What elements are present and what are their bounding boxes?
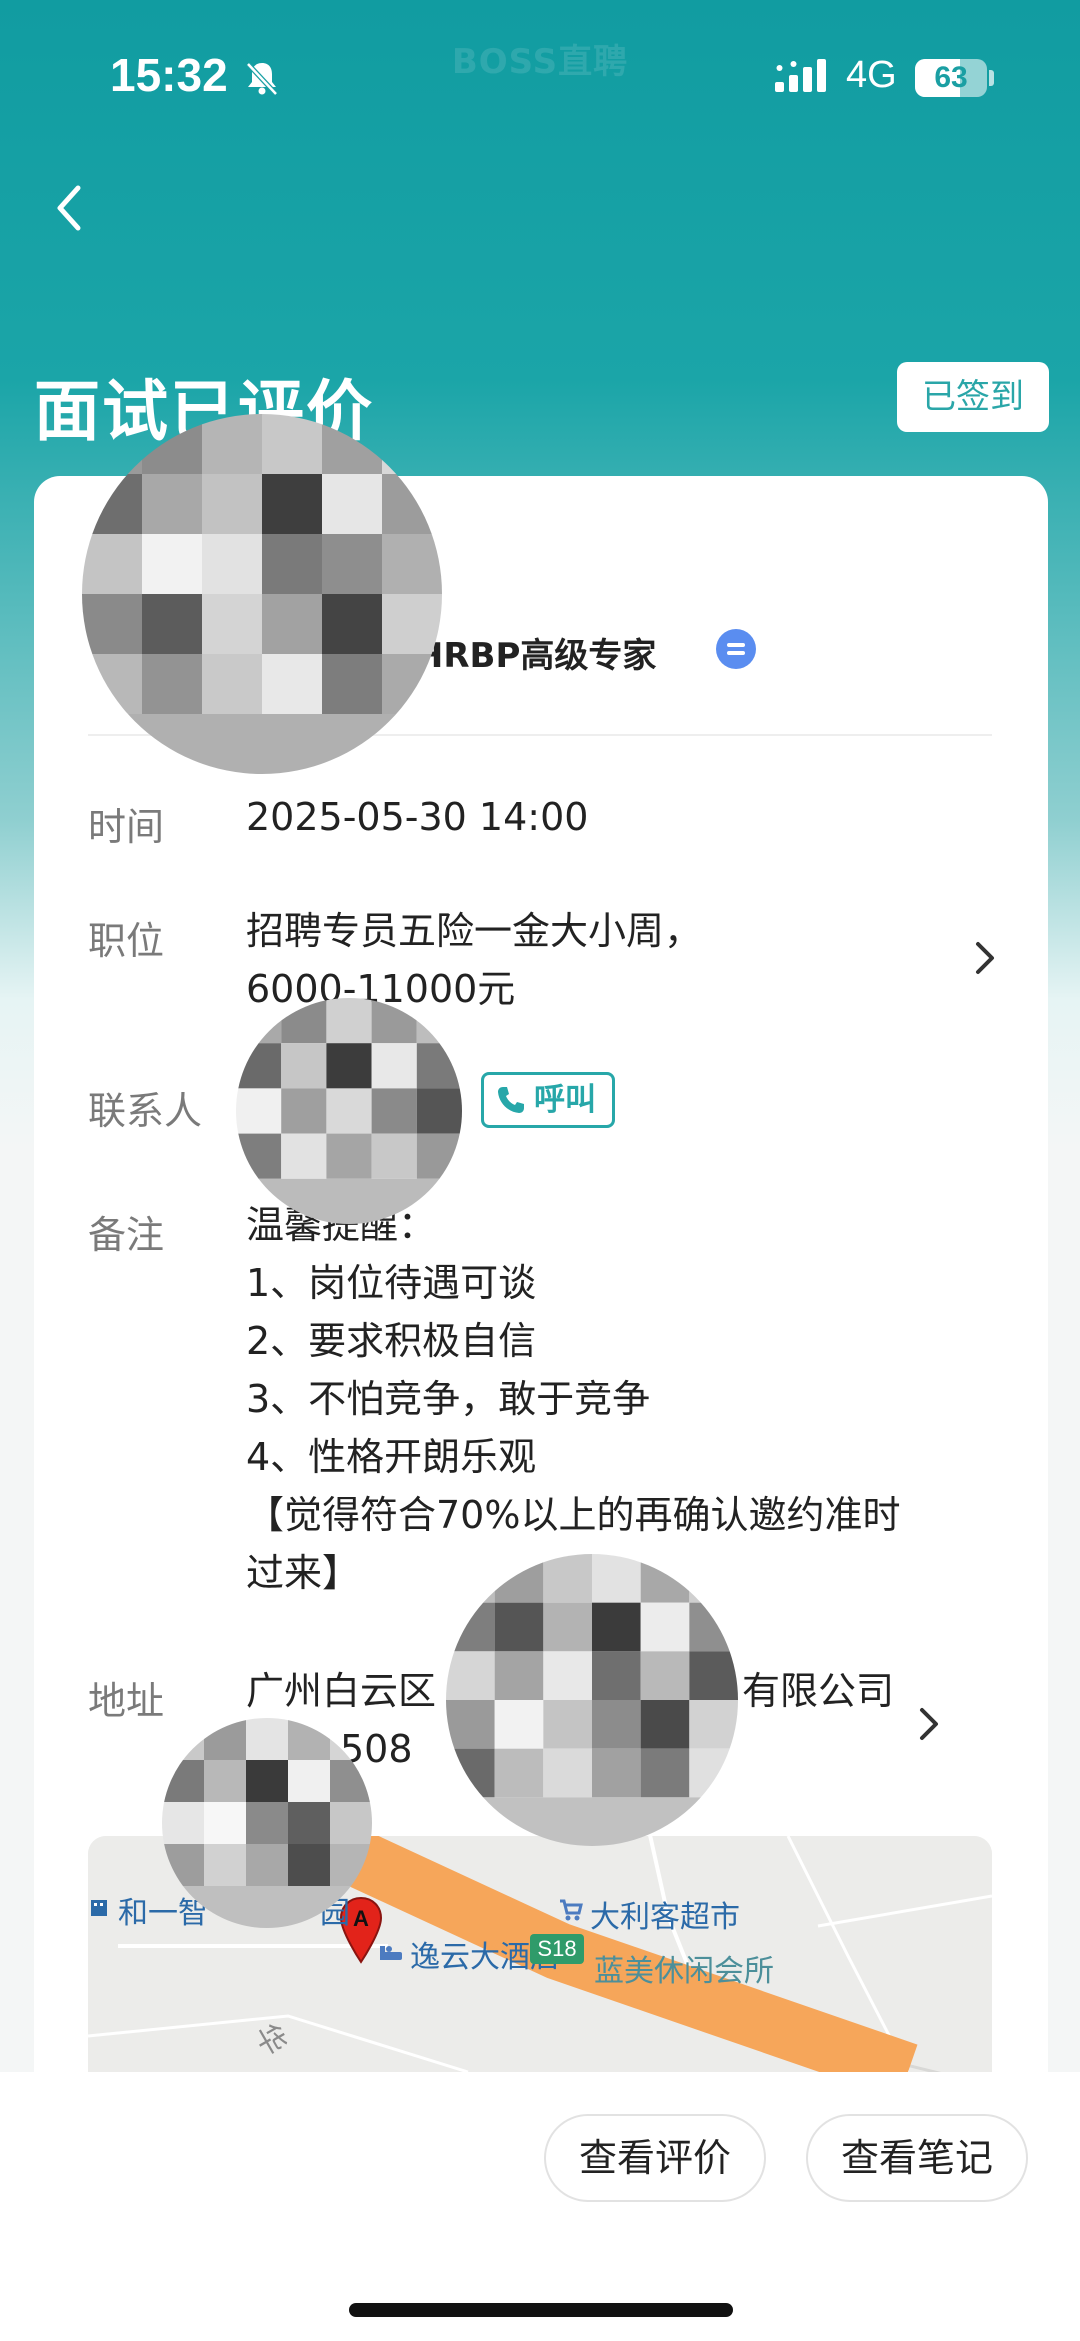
shopping-cart-icon: [560, 1899, 583, 1921]
road-badge: S18: [530, 1934, 584, 1964]
verified-badge-icon: [716, 629, 756, 669]
view-review-button[interactable]: 查看评价: [544, 2114, 766, 2202]
chevron-right-icon[interactable]: [972, 938, 998, 978]
contact-avatar: [236, 998, 462, 1224]
building-icon: [91, 1900, 107, 1916]
interviewer-title: ·HRBP高级专家: [402, 636, 657, 676]
phone-icon: [498, 1087, 524, 1113]
contact-label: 联系人: [88, 1089, 203, 1133]
time-label: 时间: [88, 805, 165, 849]
map-label-supermarket: 大利客超市: [590, 1900, 740, 1935]
home-indicator: [349, 2303, 733, 2317]
view-notes-button[interactable]: 查看笔记: [806, 2114, 1028, 2202]
note-line-5: 4、性格开朗乐观: [246, 1435, 537, 1479]
signal-icon: [775, 59, 826, 92]
address-line-1-start: 广州白云区: [246, 1669, 437, 1713]
note-line-6: 【觉得符合70%以上的再确认邀约准时: [246, 1493, 901, 1537]
battery-icon: 63: [915, 59, 987, 97]
address-line-1-end: 有限公司: [742, 1669, 895, 1713]
map-marker-label: A: [353, 1906, 369, 1931]
network-label: 4G: [846, 54, 897, 96]
chevron-left-icon: [57, 185, 81, 231]
position-label: 职位: [88, 919, 165, 963]
note-label: 备注: [88, 1213, 165, 1257]
time-value: 2025-05-30 14:00: [246, 795, 589, 839]
signed-in-badge: 已签到: [897, 362, 1049, 432]
map-label-club: 蓝美休闲会所: [594, 1954, 774, 1989]
battery-percent: 63: [934, 61, 968, 94]
redacted-address-mosaic: [162, 1718, 372, 1928]
avatar: [82, 414, 442, 774]
bell-slash-icon: [246, 62, 278, 96]
bottom-action-bar: [0, 2072, 1080, 2341]
note-line-7: 过来】: [246, 1551, 361, 1595]
position-line-1: 招聘专员五险一金大小周，: [246, 909, 703, 953]
call-label: 呼叫: [534, 1082, 596, 1118]
call-button[interactable]: 呼叫: [481, 1072, 615, 1128]
back-button[interactable]: [40, 178, 100, 238]
hotel-icon: [380, 1946, 402, 1960]
address-label: 地址: [88, 1679, 165, 1723]
note-line-3: 2、要求积极自信: [246, 1319, 537, 1363]
note-line-2: 1、岗位待遇可谈: [246, 1261, 537, 1305]
status-time: 15:32: [110, 49, 228, 101]
redacted-address-mosaic: [446, 1554, 738, 1846]
note-line-4: 3、不怕竞争，敢于竞争: [246, 1377, 651, 1421]
chevron-right-icon[interactable]: [916, 1704, 942, 1744]
battery-nub: [989, 70, 994, 86]
